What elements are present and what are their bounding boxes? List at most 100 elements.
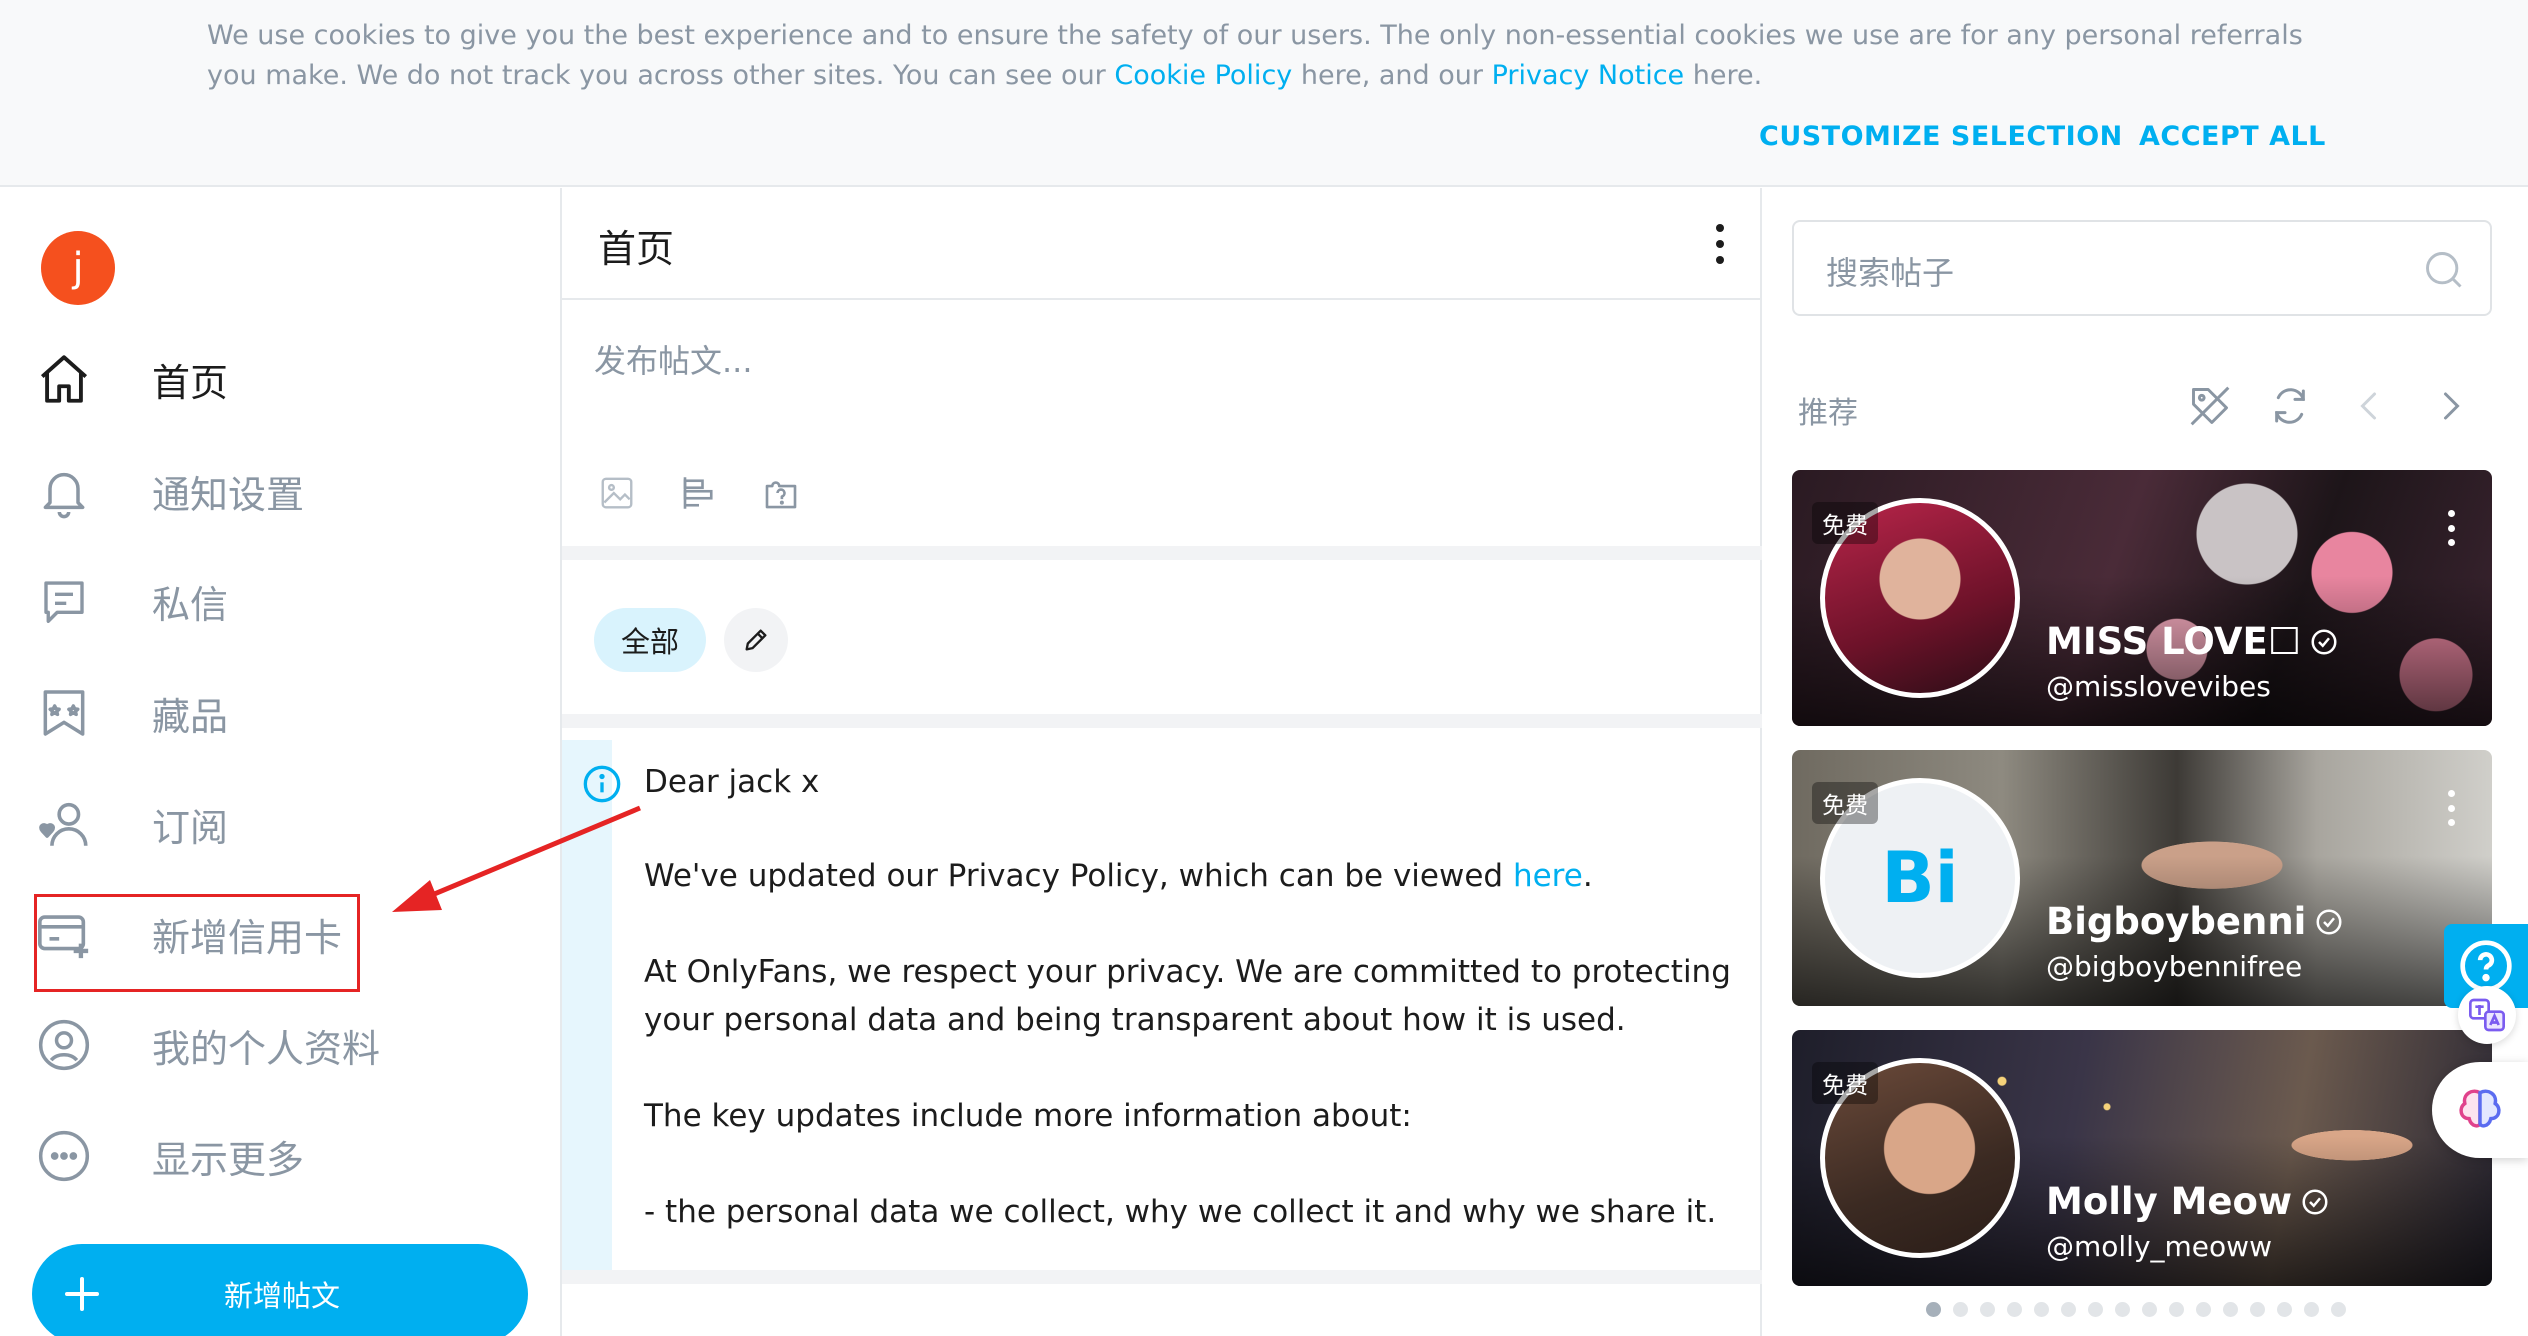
pagination-dot[interactable] xyxy=(2115,1302,2130,1317)
pagination-dot[interactable] xyxy=(2331,1302,2346,1317)
creator-name: Molly Meow xyxy=(2046,1180,2293,1223)
main-feed: 首页 发布帖文... 全部 Dear jack x We've updated … xyxy=(560,188,1762,1336)
sidebar-item-collections[interactable]: 藏品 xyxy=(32,675,228,751)
feed-options-icon[interactable] xyxy=(1714,224,1726,264)
pagination-dot[interactable] xyxy=(2223,1302,2238,1317)
sidebar-item-more[interactable]: 显示更多 xyxy=(32,1118,304,1194)
search-posts-field[interactable]: 搜索帖子 xyxy=(1792,220,2492,316)
plus-icon xyxy=(32,1244,132,1336)
pagination-dot[interactable] xyxy=(2142,1302,2157,1317)
creator-name: Bigboybenni xyxy=(2046,900,2307,943)
search-input[interactable]: 搜索帖子 xyxy=(1826,248,1954,294)
notice-accent-bar xyxy=(562,740,612,1270)
creator-name: MISS LOVE☐ xyxy=(2046,620,2301,663)
profile-icon xyxy=(32,1013,96,1077)
brain-icon xyxy=(2459,1089,2501,1128)
cookie-banner-text: We use cookies to give you the best expe… xyxy=(207,16,2337,96)
bell-icon xyxy=(32,459,96,523)
accept-all-button[interactable]: ACCEPT ALL xyxy=(2139,121,2326,152)
pagination-dot[interactable] xyxy=(2088,1302,2103,1317)
translate-icon xyxy=(2469,998,2505,1032)
user-avatar[interactable]: j xyxy=(41,231,115,305)
info-icon xyxy=(583,765,621,803)
pagination-dot[interactable] xyxy=(2061,1302,2076,1317)
quiz-icon[interactable] xyxy=(758,470,804,516)
pagination-dot[interactable] xyxy=(1953,1302,1968,1317)
free-offer-tag-icon[interactable] xyxy=(2188,384,2232,428)
filter-chip-all[interactable]: 全部 xyxy=(594,608,706,672)
notice-greeting: Dear jack x xyxy=(644,764,820,800)
creator-card[interactable]: 免费 Molly Meow @molly_meoww xyxy=(1792,1030,2492,1286)
feed-header: 首页 xyxy=(562,188,1762,300)
sidebar-item-label: 首页 xyxy=(152,360,229,405)
pagination-dot[interactable] xyxy=(2169,1302,2184,1317)
carousel-pagination[interactable] xyxy=(1926,1302,2346,1317)
sidebar-item-home[interactable]: 首页 xyxy=(32,341,228,417)
creator-handle: @bigboybennifree xyxy=(2046,950,2303,983)
ai-assistant-button[interactable] xyxy=(2432,1062,2528,1158)
pagination-dot[interactable] xyxy=(2250,1302,2265,1317)
notice-paragraph: - the personal data we collect, why we c… xyxy=(644,1194,1717,1230)
notice-paragraph: At OnlyFans, we respect your privacy. We… xyxy=(644,954,1731,1038)
cookie-policy-link[interactable]: Cookie Policy xyxy=(1114,60,1292,91)
creator-card[interactable]: Bi 免费 Bigboybenni @bigboybennifree xyxy=(1792,750,2492,1006)
verified-icon xyxy=(2316,909,2342,934)
pagination-dot[interactable] xyxy=(2277,1302,2292,1317)
feed-filters: 全部 xyxy=(562,572,1762,728)
notice-paragraph: We've updated our Privacy Policy, which … xyxy=(644,852,1734,900)
creator-card[interactable]: 免费 MISS LOVE☐ @misslovevibes xyxy=(1792,470,2492,726)
customize-selection-button[interactable]: CUSTOMIZE SELECTION xyxy=(1759,121,2123,152)
message-icon xyxy=(32,569,96,633)
right-column: 搜索帖子 推荐 免费 MISS LOVE☐ @misslovevibes Bi … xyxy=(1764,188,2528,1336)
sidebar-item-label: 显示更多 xyxy=(152,1137,305,1182)
collections-icon xyxy=(32,681,96,745)
pagination-dot[interactable] xyxy=(1980,1302,1995,1317)
sidebar-item-label: 藏品 xyxy=(152,694,229,739)
pagination-dot[interactable] xyxy=(2007,1302,2022,1317)
pagination-dot[interactable] xyxy=(2196,1302,2211,1317)
card-options-icon[interactable] xyxy=(2448,790,2458,826)
verified-icon xyxy=(2311,629,2337,654)
privacy-policy-link[interactable]: here xyxy=(1513,858,1583,894)
chevron-right-icon[interactable] xyxy=(2428,384,2472,428)
composer-toolbar xyxy=(594,470,804,516)
post-composer[interactable]: 发布帖文... xyxy=(562,300,1762,560)
recommended-toolbar xyxy=(2188,384,2472,428)
new-post-button[interactable]: 新增帖文 xyxy=(32,1244,528,1336)
image-icon[interactable] xyxy=(594,470,640,516)
edit-filters-button[interactable] xyxy=(724,608,788,672)
free-badge: 免费 xyxy=(1812,782,1878,824)
poll-icon[interactable] xyxy=(676,470,722,516)
new-post-label: 新增帖文 xyxy=(224,1279,341,1313)
free-badge: 免费 xyxy=(1812,1062,1878,1104)
pagination-dot[interactable] xyxy=(2304,1302,2319,1317)
home-icon xyxy=(32,347,96,411)
sidebar-item-profile[interactable]: 我的个人资料 xyxy=(32,1007,380,1083)
notice-text: . xyxy=(1582,858,1593,894)
subscriptions-icon xyxy=(32,792,96,856)
pagination-dot[interactable] xyxy=(1926,1302,1941,1317)
cookie-text-part: here. xyxy=(1684,60,1763,91)
privacy-update-notice: Dear jack x We've updated our Privacy Po… xyxy=(562,740,1762,1284)
creator-handle: @misslovevibes xyxy=(2046,670,2271,703)
sidebar-item-subscriptions[interactable]: 订阅 xyxy=(32,786,228,862)
composer-input[interactable]: 发布帖文... xyxy=(594,336,753,382)
search-icon[interactable] xyxy=(2422,248,2466,292)
more-icon xyxy=(32,1124,96,1188)
refresh-icon[interactable] xyxy=(2268,384,2312,428)
creator-name-row: Bigboybenni xyxy=(2046,900,2344,943)
sidebar-item-label: 我的个人资料 xyxy=(152,1026,381,1071)
verified-icon xyxy=(2302,1189,2328,1214)
sidebar-item-messages[interactable]: 私信 xyxy=(32,563,228,639)
card-options-icon[interactable] xyxy=(2448,510,2458,546)
translate-button[interactable] xyxy=(2458,986,2516,1044)
chevron-left-icon[interactable] xyxy=(2348,384,2392,428)
notice-text: We've updated our Privacy Policy, which … xyxy=(644,858,1513,894)
creator-handle: @molly_meoww xyxy=(2046,1230,2272,1263)
privacy-notice-link[interactable]: Privacy Notice xyxy=(1492,60,1685,91)
sidebar-item-notifications[interactable]: 通知设置 xyxy=(32,453,304,529)
notice-body: Dear jack x We've updated our Privacy Po… xyxy=(644,758,1734,1284)
cookie-text-part: here, and our xyxy=(1292,60,1492,91)
pagination-dot[interactable] xyxy=(2034,1302,2049,1317)
creator-initials: Bi xyxy=(1881,837,1959,919)
